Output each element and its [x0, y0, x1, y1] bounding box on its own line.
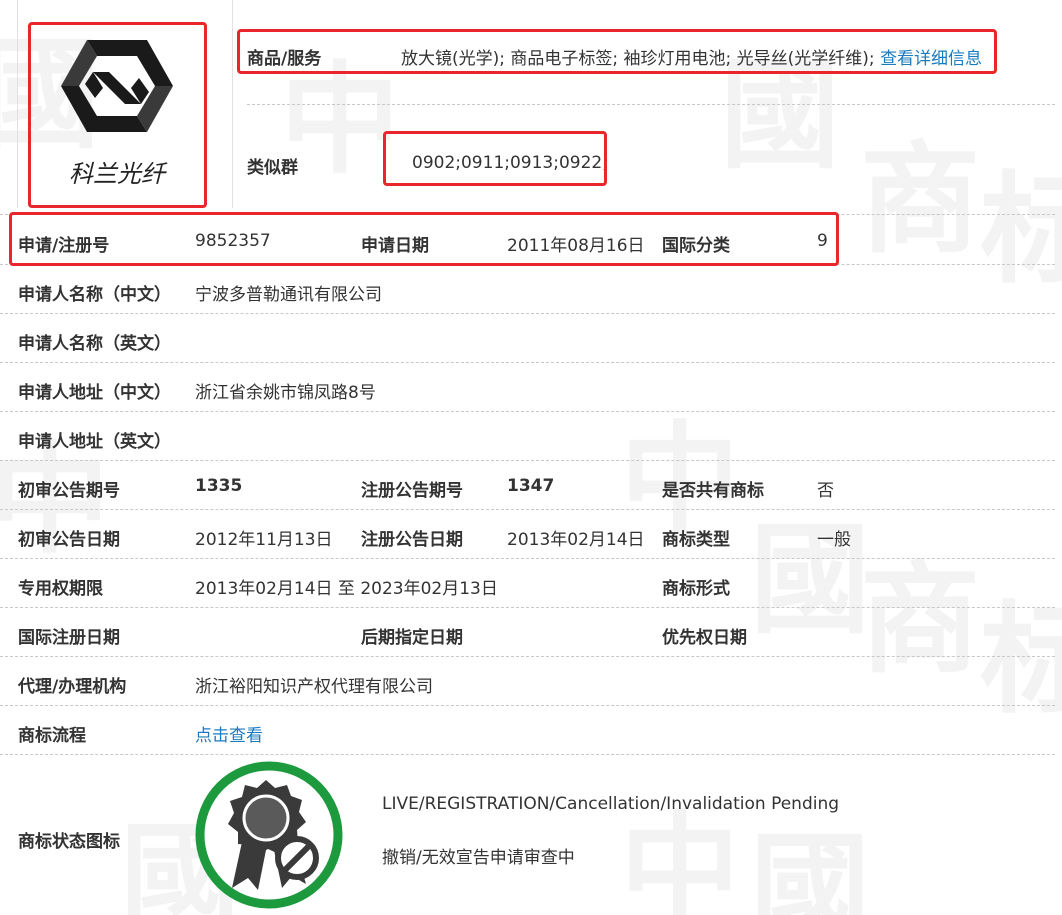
process-view-link[interactable]: 点击查看: [195, 721, 263, 746]
intl-class-value: 9: [817, 231, 828, 251]
watermark: 國: [750, 509, 870, 650]
priority-date-label: 优先权日期: [662, 628, 747, 648]
watermark: 中: [620, 799, 740, 915]
goods-value: 放大镜(光学); 商品电子标签; 袖珍灯用电池; 光导丝(光学纤维); 查看详细…: [401, 44, 982, 69]
agent-label: 代理/办理机构: [18, 677, 127, 697]
applicant-name-cn-value: 宁波多普勒通讯有限公司: [195, 285, 382, 305]
similar-group-value: 0902;0911;0913;0922;: [412, 153, 608, 173]
status-cn-text: 撤销/无效宣告申请审查中: [382, 848, 575, 868]
mark-form-label: 商标形式: [662, 579, 730, 599]
reg-announce-date-value: 2013年02月14日: [507, 530, 645, 550]
applicant-addr-cn-label: 申请人地址（中文）: [18, 383, 171, 403]
status-label: 商标状态图标: [18, 832, 120, 852]
agent-value: 浙江裕阳知识产权代理有限公司: [195, 677, 433, 697]
watermark: 标: [980, 589, 1062, 730]
reg-announce-date-label: 注册公告日期: [361, 530, 463, 550]
intl-reg-date-label: 国际注册日期: [18, 628, 120, 648]
watermark: 商: [860, 549, 980, 690]
trademark-logo: 科兰光纤: [28, 22, 206, 206]
status-badge-icon: [194, 760, 344, 910]
applicant-name-en-label: 申请人名称（英文）: [18, 334, 171, 354]
trademark-logo-icon: [61, 40, 173, 132]
rights-term-label: 专用权期限: [18, 579, 103, 599]
prelim-no-value: 1335: [195, 476, 243, 496]
prelim-date-label: 初审公告日期: [18, 530, 120, 550]
reg-announce-no-value: 1347: [507, 476, 555, 496]
reg-no-label: 申请/注册号: [18, 236, 110, 256]
reg-no-value: 9852357: [195, 231, 271, 251]
goods-detail-link[interactable]: 查看详细信息: [880, 49, 982, 69]
shared-mark-value: 否: [817, 481, 834, 501]
watermark: 國: [750, 819, 870, 915]
rights-term-value: 2013年02月14日 至 2023年02月13日: [195, 579, 498, 599]
applicant-addr-cn-value: 浙江省余姚市锦凤路8号: [195, 383, 376, 403]
watermark: 商: [860, 129, 980, 270]
intl-class-label: 国际分类: [662, 236, 730, 256]
applicant-name-cn-label: 申请人名称（中文）: [18, 285, 171, 305]
shared-mark-label: 是否共有商标: [662, 481, 764, 501]
mark-type-label: 商标类型: [662, 530, 730, 550]
apply-date-label: 申请日期: [361, 236, 429, 256]
apply-date-value: 2011年08月16日: [507, 236, 645, 256]
prelim-no-label: 初审公告期号: [18, 481, 120, 501]
goods-label: 商品/服务: [247, 49, 322, 69]
mark-type-value: 一般: [817, 530, 851, 550]
watermark: 标: [980, 159, 1062, 300]
watermark: 國: [720, 44, 840, 185]
process-label: 商标流程: [18, 726, 86, 746]
status-en-text: LIVE/REGISTRATION/Cancellation/Invalidat…: [382, 794, 840, 814]
prelim-date-value: 2012年11月13日: [195, 530, 333, 550]
applicant-addr-en-label: 申请人地址（英文）: [18, 432, 171, 452]
reg-announce-no-label: 注册公告期号: [361, 481, 463, 501]
watermark: 中: [280, 49, 400, 190]
goods-list: 放大镜(光学); 商品电子标签; 袖珍灯用电池; 光导丝(光学纤维);: [401, 49, 881, 69]
later-date-label: 后期指定日期: [361, 628, 463, 648]
logo-text: 科兰光纤: [69, 160, 165, 188]
similar-group-label: 类似群: [247, 158, 298, 178]
